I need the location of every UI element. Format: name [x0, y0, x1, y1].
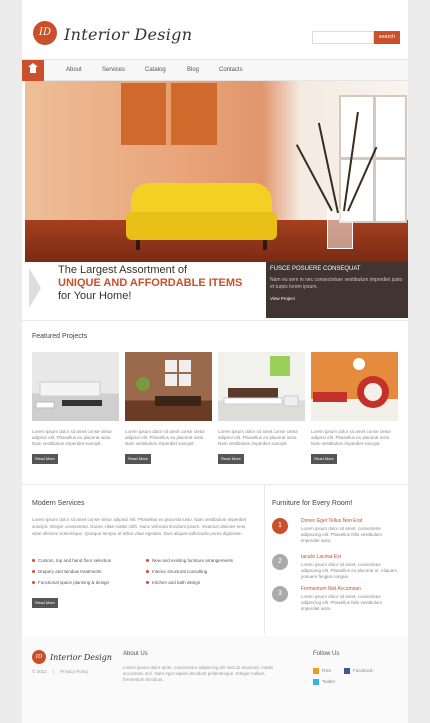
- nav-item-contacts[interactable]: Contacts: [219, 60, 243, 81]
- search-button[interactable]: search: [374, 31, 400, 44]
- footer-logo-text[interactable]: Interior Design: [50, 653, 112, 662]
- project-text: Lorem ipsum dolor sit amet conse ctetur …: [32, 429, 113, 446]
- feature-number: 1: [272, 518, 288, 534]
- privacy-policy-link[interactable]: Privacy Policy: [60, 669, 88, 674]
- view-project-link[interactable]: View Project: [270, 296, 295, 301]
- service-item: New and existing furniture arrangements: [146, 555, 233, 566]
- separator: |: [52, 669, 55, 674]
- twitter-icon: [313, 679, 319, 685]
- nav-item-catalog[interactable]: Catalog: [145, 60, 166, 81]
- project-text: Lorem ipsum dolor sit amet conse ctetur …: [218, 429, 299, 446]
- read-more-button[interactable]: Read More: [311, 454, 337, 464]
- features-title: Furniture for Every Room!: [272, 500, 353, 507]
- sofa-leg: [136, 240, 140, 250]
- teaser-title: FUSCE POSUERE CONSEQUAT: [270, 266, 361, 272]
- services-title: Modern Services: [32, 500, 85, 507]
- social-label: RSS: [322, 668, 332, 674]
- footer-copyright-row: © 2012 | Privacy Policy: [32, 669, 88, 674]
- project-text: Lorem ipsum dolor sit amet conse ctetur …: [125, 429, 206, 446]
- feature-title[interactable]: Iaculis Lacinia Est: [301, 554, 341, 560]
- services-text: Lorem ipsum dolor sit amet conse ctetur …: [32, 517, 247, 536]
- social-twitter[interactable]: Twitter: [313, 679, 335, 685]
- arrow-icon: [29, 268, 41, 308]
- social-facebook[interactable]: Facebook: [344, 668, 373, 674]
- social-rss[interactable]: RSS: [313, 668, 331, 674]
- about-title: About Us: [123, 651, 148, 657]
- project-image-graphic: [313, 358, 389, 408]
- project-card: Lorem ipsum dolor sit amet conse ctetur …: [32, 352, 119, 465]
- project-image-graphic: [223, 356, 299, 407]
- about-text: Lorem ipsum dolor amet, consectetur adip…: [123, 665, 274, 682]
- feature-number: 2: [272, 554, 288, 570]
- teaser-text: Nam eu sem in nec consectetuer vestibulu…: [270, 277, 403, 290]
- read-more-button[interactable]: Read More: [32, 454, 58, 464]
- banner-line-3: for Your Home!: [58, 290, 132, 302]
- search-input[interactable]: [312, 31, 374, 44]
- rss-icon: [313, 668, 319, 674]
- service-item: Functional space planning & design: [32, 577, 111, 588]
- read-more-button[interactable]: Read More: [125, 454, 151, 464]
- services-read-more-button[interactable]: Read More: [32, 598, 58, 608]
- branch: [295, 144, 333, 212]
- feature-title[interactable]: Donec Eget Tellus Non Erat: [301, 518, 362, 524]
- sofa-leg: [263, 240, 267, 250]
- project-card: Lorem ipsum dolor sit amet conse ctetur …: [125, 352, 212, 465]
- feature-number: 3: [272, 586, 288, 602]
- read-more-button[interactable]: Read More: [218, 454, 244, 464]
- nav-home-button[interactable]: [22, 60, 44, 81]
- project-teaser: FUSCE POSUERE CONSEQUAT Nam eu sem in ne…: [266, 262, 408, 318]
- sofa-seat: [126, 212, 277, 240]
- services-list-right: New and existing furniture arrangements …: [146, 555, 233, 588]
- copyright: © 2012: [32, 669, 47, 674]
- header: ID Interior Design search: [22, 0, 408, 58]
- project-image[interactable]: [311, 352, 398, 421]
- project-image-graphic: [35, 381, 102, 409]
- logo-text[interactable]: Interior Design: [64, 25, 192, 44]
- project-card: Lorem ipsum dolor sit amet conse ctetur …: [218, 352, 305, 465]
- project-image[interactable]: [218, 352, 305, 421]
- footer: ID Interior Design © 2012 | Privacy Poli…: [22, 636, 408, 723]
- project-image[interactable]: [125, 352, 212, 421]
- footer-logo-mark[interactable]: ID: [32, 650, 46, 664]
- banner-line-1: The Largest Assortment of: [58, 264, 188, 276]
- project-image-graphic: [136, 360, 201, 406]
- social-label: Twitter: [322, 679, 336, 685]
- wall-art: [121, 83, 217, 145]
- hero-image: [25, 81, 408, 262]
- service-item: Interior structural consulting: [146, 566, 233, 577]
- banner-line-2: UNIQUE AND AFFORDABLE ITEMS: [58, 277, 243, 289]
- service-item: Drapery and window treatments: [32, 566, 111, 577]
- project-image[interactable]: [32, 352, 119, 421]
- divider: [22, 320, 408, 321]
- service-item: Custom, top and hand floor selection: [32, 555, 111, 566]
- main-nav: About Services Catalog Blog Contacts: [22, 59, 408, 81]
- feature-text: Lorem ipsum dolor sit amet, consectetur …: [301, 562, 398, 579]
- featured-title: Featured Projects: [32, 333, 88, 340]
- nav-item-blog[interactable]: Blog: [187, 60, 199, 81]
- feature-text: Lorem ipsum dolor sit amet, consectetur …: [301, 594, 383, 611]
- nav-item-services[interactable]: Services: [102, 60, 125, 81]
- feature-title[interactable]: Fermentum Nisl Accumsan: [301, 586, 361, 592]
- facebook-icon: [344, 668, 350, 674]
- service-item: Kitchen and bath design: [146, 577, 233, 588]
- home-icon: [28, 63, 38, 73]
- page: ID Interior Design search About Services…: [22, 0, 408, 723]
- social-label: Facebook: [353, 668, 373, 674]
- follow-title: Follow Us: [313, 651, 340, 657]
- feature-text: Lorem ipsum dolor sit amet, consectetur …: [301, 526, 383, 543]
- divider: [22, 484, 408, 485]
- nav-item-about[interactable]: About: [66, 60, 82, 81]
- project-card: Lorem ipsum dolor sit amet conse ctetur …: [311, 352, 398, 465]
- vertical-divider: [264, 485, 265, 634]
- vase: [327, 209, 353, 249]
- services-list-left: Custom, top and hand floor selection Dra…: [32, 555, 111, 588]
- branch: [317, 122, 339, 214]
- logo-mark[interactable]: ID: [33, 21, 57, 45]
- project-text: Lorem ipsum dolor sit amet conse ctetur …: [311, 429, 392, 446]
